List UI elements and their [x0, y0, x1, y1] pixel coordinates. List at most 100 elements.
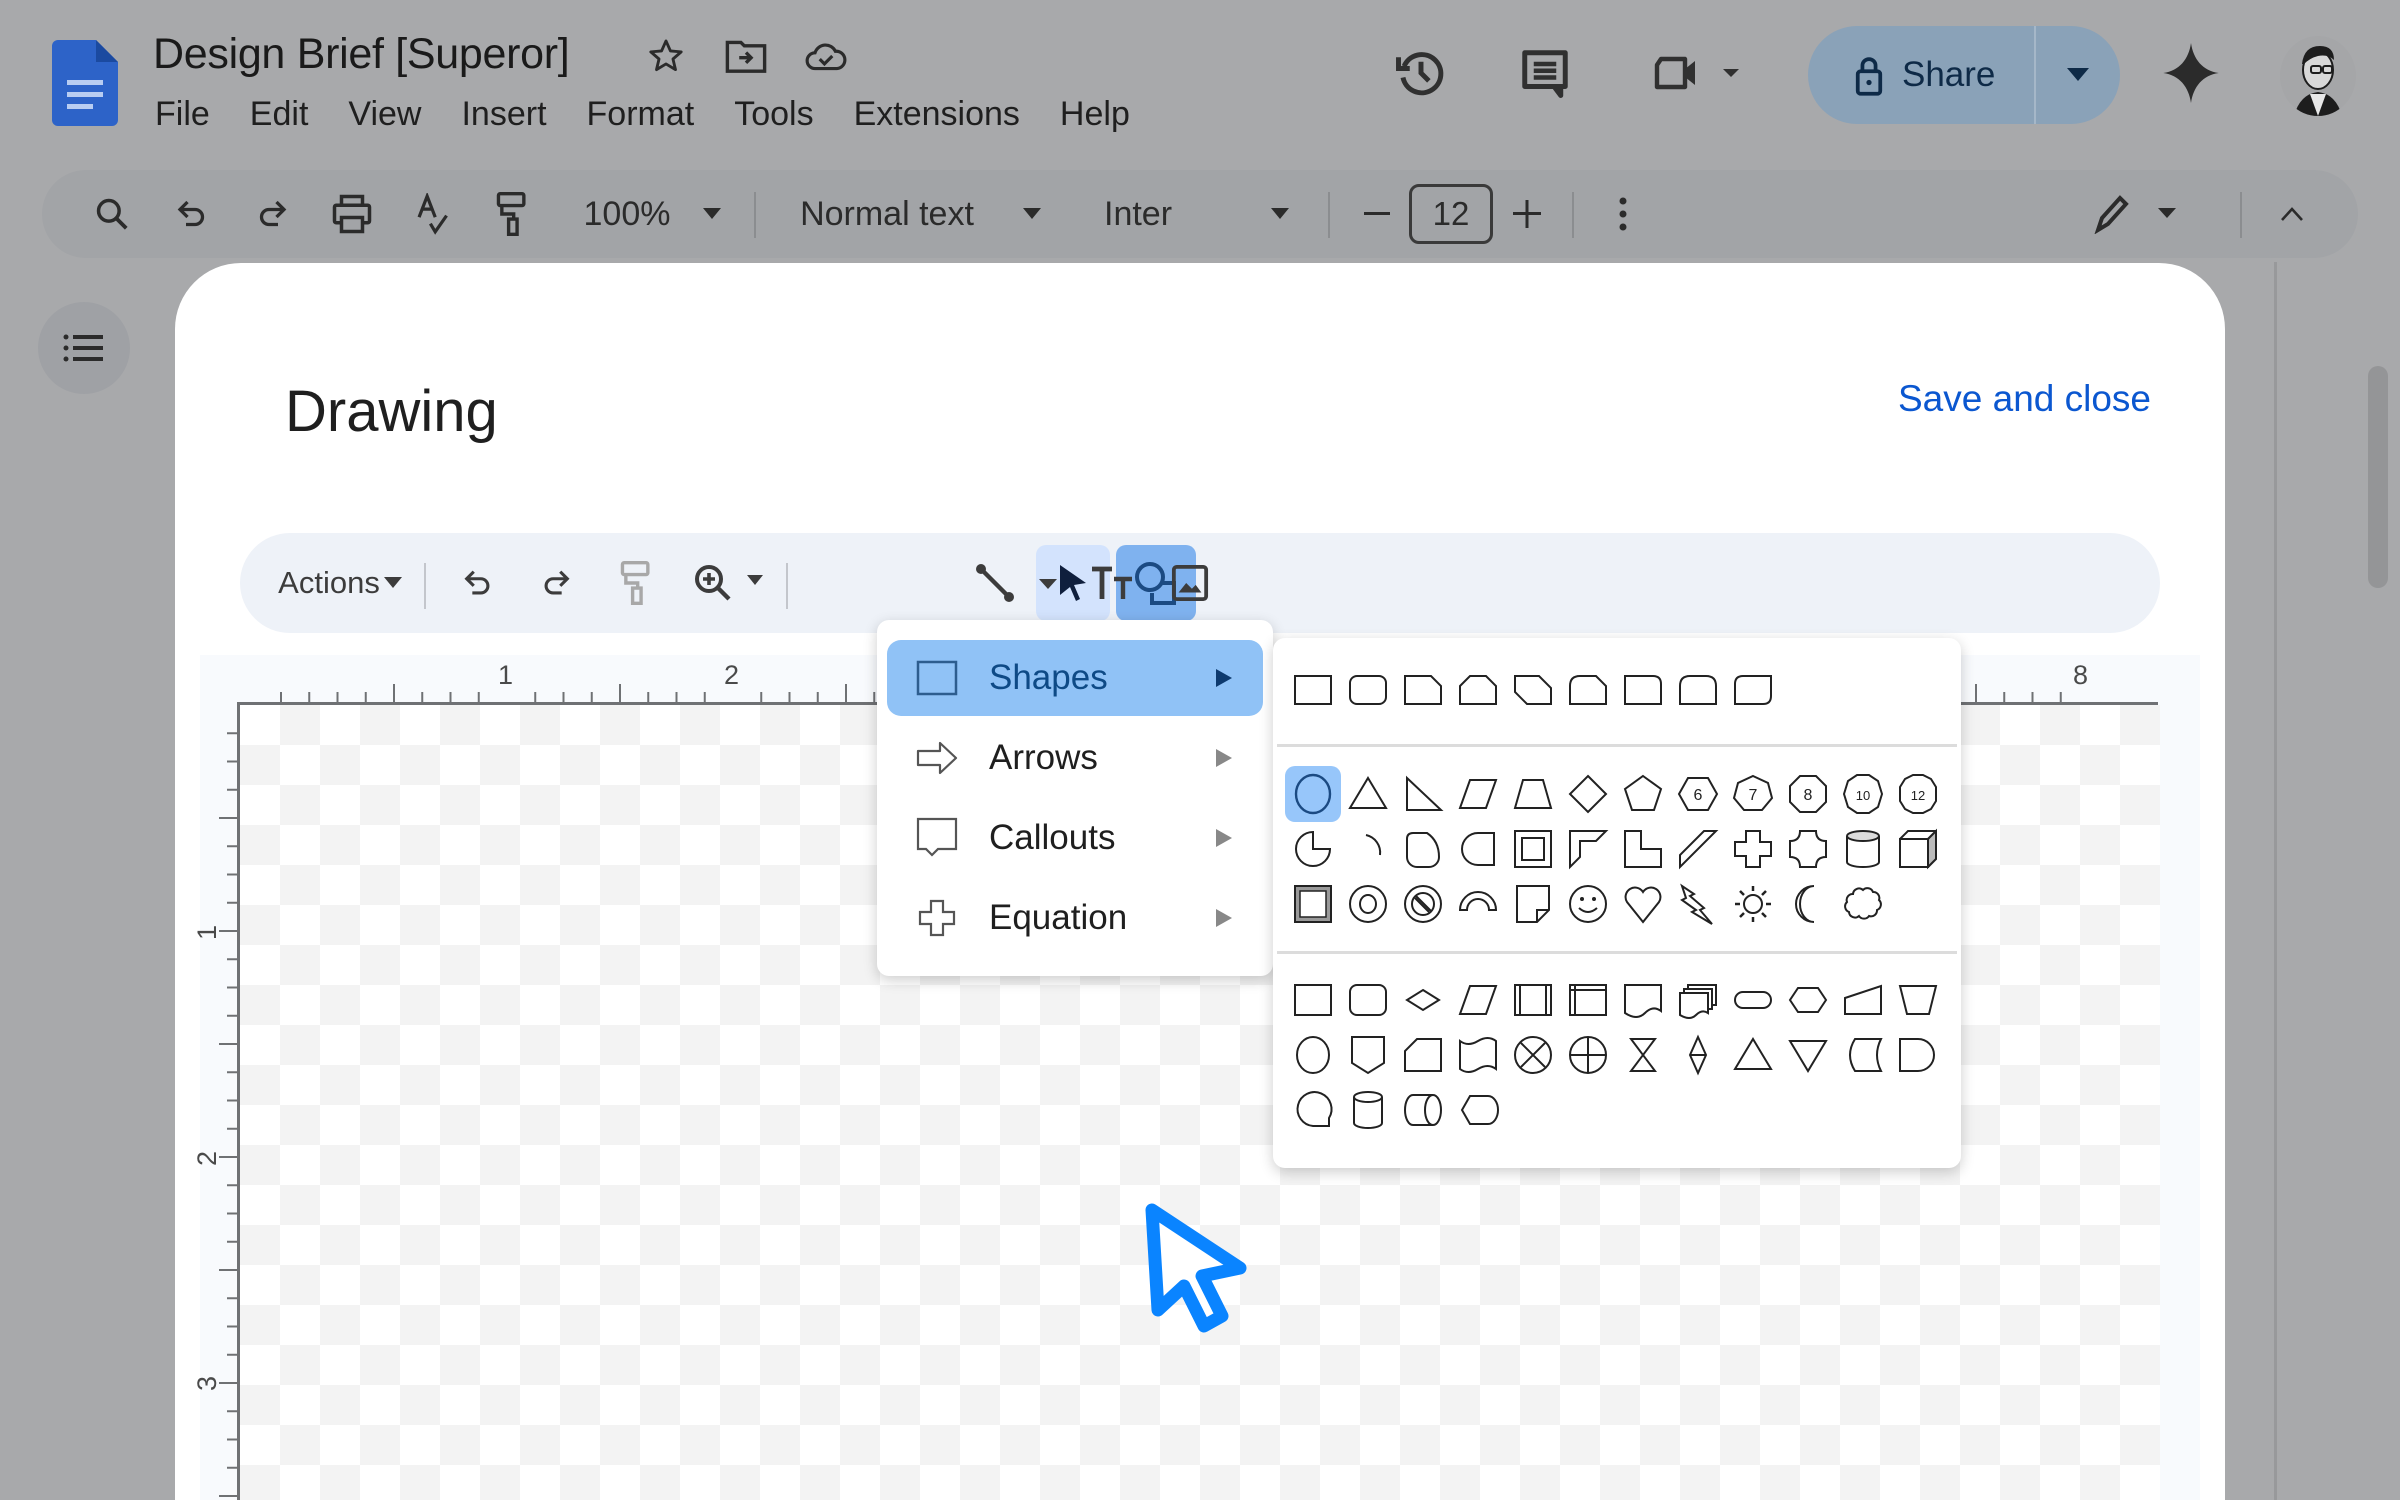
shape-parallelogram[interactable]	[1450, 766, 1506, 822]
shape-diamond[interactable]	[1560, 766, 1616, 822]
svg-text:8: 8	[1804, 787, 1813, 804]
shape-folded-corner[interactable]	[1505, 876, 1561, 932]
shape-lightning-bolt[interactable]	[1670, 876, 1726, 932]
shape-half-frame[interactable]	[1560, 821, 1616, 877]
shape-cloud[interactable]	[1835, 876, 1891, 932]
shape-triangle[interactable]	[1340, 766, 1396, 822]
menu-item-arrows[interactable]: Arrows	[887, 720, 1263, 796]
callout-icon	[909, 817, 965, 859]
menu-item-label: Arrows	[989, 738, 1098, 777]
menu-item-label: Callouts	[989, 818, 1116, 857]
shape-right-triangle[interactable]	[1395, 766, 1451, 822]
shape-internal-storage[interactable]	[1560, 972, 1616, 1028]
shape-or[interactable]	[1560, 1027, 1616, 1083]
shape-l-shape[interactable]	[1615, 821, 1671, 877]
shape-off-page-connector[interactable]	[1340, 1027, 1396, 1083]
menu-item-shapes[interactable]: Shapes	[887, 640, 1263, 716]
shape-can[interactable]	[1835, 821, 1891, 877]
shape-merge[interactable]	[1780, 1027, 1836, 1083]
shapes-divider	[1277, 951, 1957, 954]
shape-snip-same-side[interactable]	[1450, 662, 1506, 718]
shape-preparation[interactable]	[1780, 972, 1836, 1028]
shape-summing-junction[interactable]	[1505, 1027, 1561, 1083]
shape-card[interactable]	[1395, 1027, 1451, 1083]
shape-predefined-process[interactable]	[1505, 972, 1561, 1028]
shape-oval[interactable]	[1285, 766, 1341, 822]
svg-text:7: 7	[1749, 787, 1758, 804]
shape-multidocument[interactable]	[1670, 972, 1726, 1028]
shape-process[interactable]	[1285, 972, 1341, 1028]
shape-snip-round-single[interactable]	[1560, 662, 1616, 718]
shape-heart[interactable]	[1615, 876, 1671, 932]
shape-terminator[interactable]	[1725, 972, 1781, 1028]
shape-snip-single-corner[interactable]	[1395, 662, 1451, 718]
shape-chord[interactable]	[1340, 821, 1396, 877]
shape-decision[interactable]	[1395, 972, 1451, 1028]
shape-insert-menu: Shapes Arrows Callouts Equation	[877, 620, 1273, 976]
shape-plaque[interactable]	[1780, 821, 1836, 877]
shape-bevel[interactable]	[1285, 876, 1341, 932]
shape-data[interactable]	[1450, 972, 1506, 1028]
shape-round-diagonal[interactable]	[1725, 662, 1781, 718]
shape-no-symbol[interactable]	[1395, 876, 1451, 932]
submenu-arrow-icon	[1209, 909, 1239, 927]
shape-pentagon[interactable]	[1615, 766, 1671, 822]
shape-collate[interactable]	[1615, 1027, 1671, 1083]
shape-pie[interactable]	[1285, 821, 1341, 877]
shape-frame-half[interactable]	[1450, 821, 1506, 877]
shape-round-same-side[interactable]	[1670, 662, 1726, 718]
shape-rounded-rectangle[interactable]	[1340, 662, 1396, 718]
mouse-cursor-icon	[1140, 1196, 1260, 1346]
shape-document[interactable]	[1615, 972, 1671, 1028]
svg-text:12: 12	[1911, 788, 1925, 803]
shape-octagon[interactable]: 8	[1780, 766, 1836, 822]
shape-frame[interactable]	[1505, 821, 1561, 877]
shape-sun[interactable]	[1725, 876, 1781, 932]
shape-hexagon[interactable]: 6	[1670, 766, 1726, 822]
shape-trapezoid[interactable]	[1505, 766, 1561, 822]
shape-extract[interactable]	[1725, 1027, 1781, 1083]
svg-text:6: 6	[1694, 787, 1703, 804]
svg-text:10: 10	[1856, 788, 1870, 803]
shape-block-arc[interactable]	[1450, 876, 1506, 932]
shape-donut[interactable]	[1340, 876, 1396, 932]
shape-teardrop[interactable]	[1395, 821, 1451, 877]
shape-display[interactable]	[1450, 1082, 1506, 1138]
shape-rectangle[interactable]	[1285, 662, 1341, 718]
shape-snip-diagonal[interactable]	[1505, 662, 1561, 718]
shape-smiley-face[interactable]	[1560, 876, 1616, 932]
shapes-submenu: 6 7 8 10 12	[1273, 638, 1961, 1168]
vertical-ruler	[237, 702, 240, 1500]
shape-magnetic-disk[interactable]	[1340, 1082, 1396, 1138]
shape-diagonal-stripe[interactable]	[1670, 821, 1726, 877]
shape-direct-access-storage[interactable]	[1395, 1082, 1451, 1138]
shape-heptagon[interactable]: 7	[1725, 766, 1781, 822]
ruler-label-h2: 2	[724, 660, 740, 690]
shape-dodecagon[interactable]: 12	[1890, 766, 1946, 822]
menu-item-callouts[interactable]: Callouts	[887, 800, 1263, 876]
shape-decagon[interactable]: 10	[1835, 766, 1891, 822]
ruler-label-v2: 2	[192, 1150, 223, 1167]
shape-stored-data[interactable]	[1835, 1027, 1891, 1083]
shape-sort[interactable]	[1670, 1027, 1726, 1083]
shapes-divider	[1277, 744, 1957, 747]
menu-item-label: Equation	[989, 898, 1128, 937]
shape-cross[interactable]	[1725, 821, 1781, 877]
square-icon	[909, 660, 965, 696]
shape-connector[interactable]	[1285, 1027, 1341, 1083]
shape-delay[interactable]	[1890, 1027, 1946, 1083]
shape-manual-operation[interactable]	[1890, 972, 1946, 1028]
ruler-label-h8: 8	[2073, 660, 2089, 690]
shape-round-single-corner[interactable]	[1615, 662, 1671, 718]
ruler-label-v3: 3	[192, 1375, 223, 1392]
shape-alternate-process[interactable]	[1340, 972, 1396, 1028]
ruler-label-h1: 1	[498, 660, 514, 690]
shape-cube[interactable]	[1890, 821, 1946, 877]
menu-item-equation[interactable]: Equation	[887, 880, 1263, 956]
submenu-arrow-icon	[1209, 749, 1239, 767]
shape-sequential-access-storage[interactable]	[1285, 1082, 1341, 1138]
shape-punched-tape[interactable]	[1450, 1027, 1506, 1083]
shape-moon[interactable]	[1780, 876, 1836, 932]
menu-item-label: Shapes	[989, 658, 1108, 697]
shape-manual-input[interactable]	[1835, 972, 1891, 1028]
